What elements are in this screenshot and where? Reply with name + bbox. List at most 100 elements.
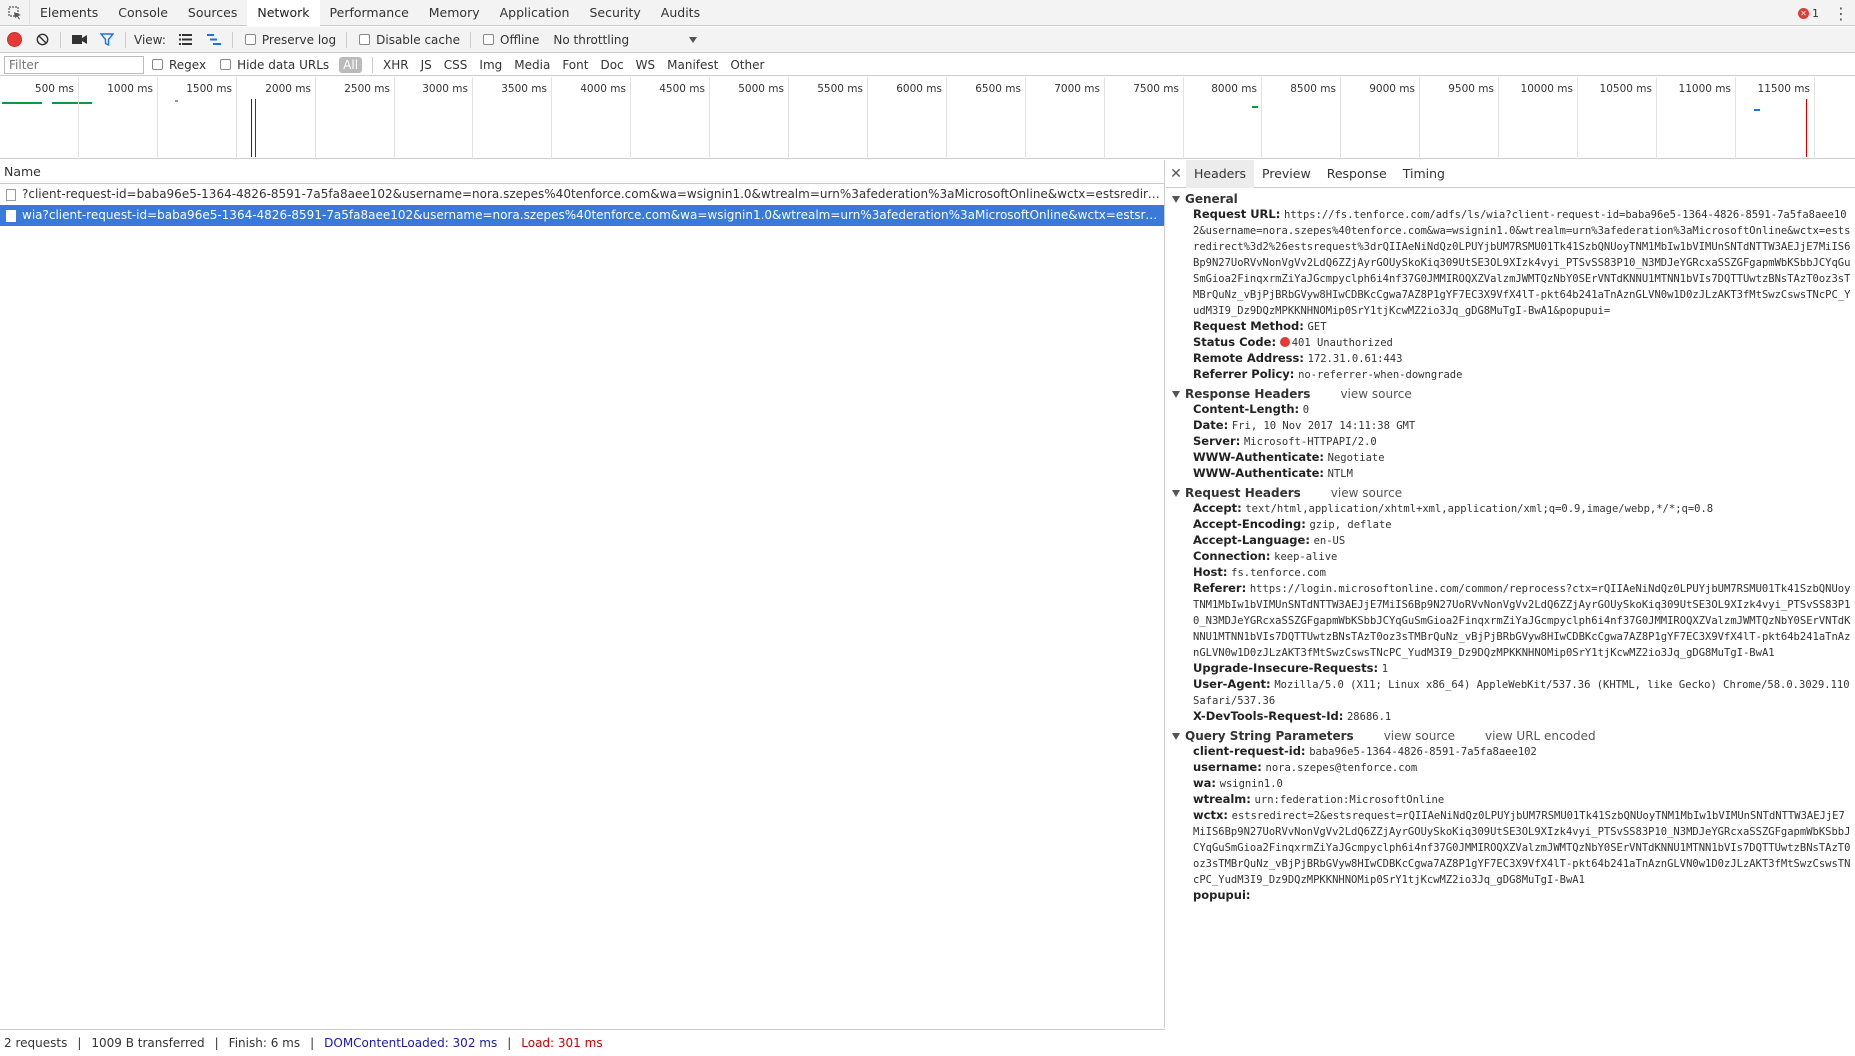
request-row[interactable]: ?client-request-id=baba96e5-1364-4826-85… — [0, 184, 1164, 205]
overview-button[interactable] — [200, 27, 228, 53]
tab-sources[interactable]: Sources — [178, 0, 247, 26]
section-title: Response Headers — [1185, 387, 1311, 401]
column-header-name[interactable]: Name — [0, 160, 1164, 184]
close-icon[interactable]: ✕ — [1166, 166, 1186, 182]
response-headers-section: Response Headers view source Content-Leng… — [1166, 387, 1855, 482]
tab-headers[interactable]: Headers — [1186, 160, 1255, 188]
disable-cache-label: Disable cache — [376, 32, 460, 47]
header-value: no-referrer-when-downgrade — [1298, 369, 1463, 381]
tab-preview[interactable]: Preview — [1254, 160, 1319, 188]
view-source-link[interactable]: view source — [1331, 486, 1402, 501]
checkbox-box[interactable] — [152, 59, 163, 70]
filter-input[interactable] — [4, 55, 144, 74]
filter-type-doc[interactable]: Doc — [600, 58, 623, 72]
filter-type-other[interactable]: Other — [730, 58, 764, 72]
triangle-down-icon — [1172, 391, 1180, 398]
tab-network[interactable]: Network — [247, 0, 320, 26]
header-row: wa: wsignin1.0 — [1166, 776, 1855, 792]
header-row: wtrealm: urn:federation:MicrosoftOnline — [1166, 792, 1855, 808]
tab-elements[interactable]: Elements — [30, 0, 108, 26]
status-error-icon — [1279, 337, 1290, 347]
header-row: Referer: https://login.microsoftonline.c… — [1166, 581, 1855, 661]
general-toggle[interactable]: General — [1166, 192, 1855, 207]
header-row: Referrer Policy: no-referrer-when-downgr… — [1166, 367, 1855, 383]
view-url-encoded-link[interactable]: view URL encoded — [1485, 729, 1596, 744]
timeline-tick-label: 11500 ms — [1757, 83, 1810, 95]
filter-type-font[interactable]: Font — [562, 58, 588, 72]
filter-type-media[interactable]: Media — [514, 58, 550, 72]
header-row: User-Agent: Mozilla/5.0 (X11; Linux x86_… — [1166, 677, 1855, 709]
checkbox-box[interactable] — [220, 59, 232, 70]
throttling-select[interactable]: No throttling — [553, 32, 698, 47]
header-key: User-Agent: — [1193, 677, 1271, 691]
request-row-selected[interactable]: wia?client-request-id=baba96e5-1364-4826… — [0, 205, 1164, 226]
inspect-element-icon[interactable] — [0, 0, 30, 26]
checkbox-box[interactable] — [244, 34, 256, 45]
network-toolbar: View: Preserve log Disable cache Offline… — [0, 27, 1855, 53]
view-source-link[interactable]: view source — [1340, 387, 1411, 402]
header-key: Request URL: — [1193, 207, 1281, 221]
request-headers-toggle[interactable]: Request Headers view source — [1166, 486, 1855, 501]
header-key: X-DevTools-Request-Id: — [1193, 709, 1344, 723]
finish-time: Finish: 6 ms — [228, 1036, 301, 1050]
capture-screenshots-button[interactable] — [65, 27, 93, 53]
tab-response[interactable]: Response — [1319, 160, 1395, 188]
offline-checkbox[interactable]: Offline — [483, 33, 539, 47]
triangle-down-icon — [1172, 196, 1180, 203]
preserve-log-checkbox[interactable]: Preserve log — [244, 32, 337, 47]
preserve-log-label: Preserve log — [261, 32, 337, 47]
large-rows-button[interactable] — [172, 27, 200, 53]
header-value: wsignin1.0 — [1219, 778, 1283, 790]
header-key: Remote Address: — [1193, 351, 1304, 365]
filter-type-img[interactable]: Img — [479, 58, 502, 72]
filter-type-manifest[interactable]: Manifest — [667, 58, 718, 72]
hide-data-urls-checkbox[interactable]: Hide data URLs — [220, 58, 329, 72]
header-key: Upgrade-Insecure-Requests: — [1193, 661, 1379, 675]
tab-console[interactable]: Console — [108, 0, 178, 26]
error-count-badge[interactable]: ✕ 1 — [1798, 7, 1819, 20]
triangle-down-icon — [1172, 733, 1180, 740]
header-value: 0 — [1302, 404, 1310, 416]
divider — [125, 31, 126, 48]
clear-button[interactable] — [28, 27, 56, 53]
tab-application[interactable]: Application — [490, 0, 580, 26]
waterfall-icon — [206, 34, 221, 45]
record-button[interactable] — [0, 27, 28, 53]
disable-cache-checkbox[interactable]: Disable cache — [359, 33, 460, 47]
tab-audits[interactable]: Audits — [651, 0, 710, 26]
domcontentloaded-time: DOMContentLoaded: 302 ms — [324, 1036, 498, 1050]
filter-type-ws[interactable]: WS — [636, 58, 655, 72]
filter-type-css[interactable]: CSS — [444, 58, 468, 72]
header-value: keep-alive — [1274, 551, 1338, 563]
tab-timing[interactable]: Timing — [1395, 160, 1453, 188]
more-options-icon[interactable]: ⋮ — [1831, 4, 1851, 23]
header-value: https://login.microsoftonline.com/common… — [1193, 583, 1851, 659]
header-row: X-DevTools-Request-Id: 28686.1 — [1166, 709, 1855, 725]
filter-type-xhr[interactable]: XHR — [383, 58, 409, 72]
header-row: Status Code: 401 Unauthorized — [1166, 335, 1855, 351]
query-params-toggle[interactable]: Query String Parameters view source view U… — [1166, 729, 1855, 744]
filter-type-js[interactable]: JS — [421, 58, 432, 72]
view-label: View: — [134, 32, 166, 47]
throttling-value: No throttling — [553, 32, 630, 47]
header-value: urn:federation:MicrosoftOnline — [1254, 794, 1445, 806]
divider — [60, 31, 61, 48]
header-key: Referer: — [1193, 581, 1247, 595]
tab-performance[interactable]: Performance — [320, 0, 419, 26]
timeline-overview[interactable]: 500 ms 1000 ms 1500 ms 2000 ms 2500 ms 3000 m… — [0, 77, 1855, 159]
general-section: General Request URL: https://fs.tenforce… — [1166, 192, 1855, 383]
tab-memory[interactable]: Memory — [419, 0, 490, 26]
checkbox-box[interactable] — [359, 34, 371, 45]
view-source-link[interactable]: view source — [1384, 729, 1455, 744]
header-value: Negotiate — [1327, 452, 1385, 464]
header-value: GET — [1307, 321, 1327, 333]
response-headers-toggle[interactable]: Response Headers view source — [1166, 387, 1855, 402]
checkbox-box[interactable] — [483, 34, 494, 45]
header-value: 1 — [1381, 663, 1389, 675]
filter-toggle-button[interactable] — [93, 27, 121, 53]
header-value: Fri, 10 Nov 2017 14:11:38 GMT — [1231, 420, 1416, 432]
transferred-size: 1009 B transferred — [91, 1036, 205, 1050]
tab-security[interactable]: Security — [579, 0, 650, 26]
filter-type-all[interactable]: All — [339, 56, 363, 73]
regex-checkbox[interactable]: Regex — [152, 58, 206, 72]
